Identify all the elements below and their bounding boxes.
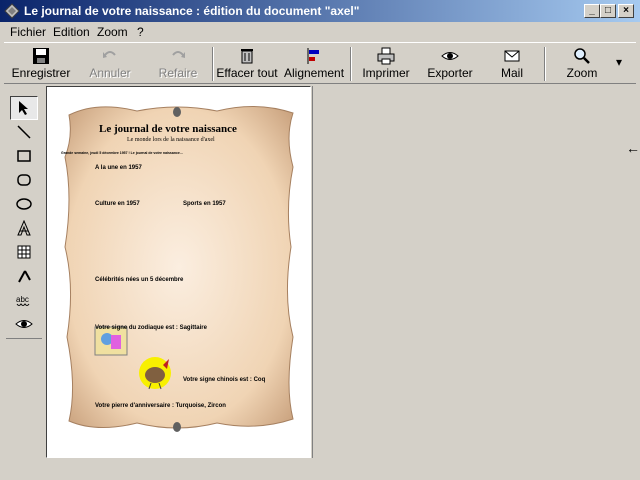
mail-button[interactable]: Mail	[490, 45, 534, 83]
parchment-background	[64, 105, 294, 432]
toolbar-separator	[544, 47, 546, 81]
crop-icon[interactable]	[10, 264, 38, 288]
celebrities-heading[interactable]: Célébrités nées un 5 décembre	[95, 277, 183, 283]
app-icon	[4, 3, 20, 19]
menu-edition[interactable]: Edition	[53, 25, 90, 39]
document-subtitle[interactable]: Le monde lors de la naissance d'axel	[127, 137, 215, 143]
title-bar: Le journal de votre naissance : édition …	[0, 0, 640, 22]
menu-help[interactable]: ?	[137, 25, 144, 39]
clear-all-button[interactable]: Effacer tout	[216, 45, 278, 83]
sports-heading[interactable]: Sports en 1957	[183, 201, 226, 207]
mail-icon	[504, 50, 520, 62]
redo-button[interactable]: Refaire	[150, 45, 206, 83]
menu-bar: Fichier Edition Zoom ?	[0, 22, 640, 42]
svg-text:abc: abc	[16, 295, 29, 304]
text-icon[interactable]	[10, 216, 38, 240]
print-label: Imprimer	[362, 66, 410, 80]
zodiac-heading[interactable]: Votre signe du zodiaque est : Sagittaire	[95, 325, 207, 331]
ellipse-icon[interactable]	[10, 192, 38, 216]
eye-icon	[441, 52, 459, 60]
undo-button[interactable]: Annuler	[82, 45, 138, 83]
document-title[interactable]: Le journal de votre naissance	[99, 123, 237, 135]
undo-icon	[103, 51, 116, 58]
clear-all-label: Effacer tout	[216, 66, 278, 80]
zoom-label: Zoom	[566, 66, 598, 80]
undo-label: Annuler	[89, 66, 131, 80]
image-icon[interactable]	[10, 240, 38, 264]
preview-eye-icon[interactable]	[10, 312, 38, 336]
minimize-button[interactable]: _	[584, 4, 600, 18]
pointer-icon[interactable]	[10, 96, 38, 120]
redo-label: Refaire	[158, 66, 198, 80]
magnifier-icon	[574, 48, 590, 64]
toolbar: Enregistrer Annuler Refaire Effacer tout…	[4, 42, 636, 84]
maximize-button[interactable]: □	[600, 4, 616, 18]
alignment-icon	[307, 48, 319, 64]
document-intro[interactable]: Grande semaine, jeudi 5 décembre 1957 ! …	[61, 151, 183, 155]
news-heading[interactable]: A la une en 1957	[95, 165, 142, 171]
menu-zoom[interactable]: Zoom	[97, 25, 128, 39]
printer-icon	[377, 47, 395, 65]
save-button[interactable]: Enregistrer	[10, 45, 72, 83]
tool-palette: abc	[6, 92, 42, 336]
document-canvas[interactable]: Le journal de votre naissance Le monde l…	[46, 86, 311, 458]
spellcheck-icon[interactable]: abc	[10, 288, 38, 312]
print-button[interactable]: Imprimer	[356, 45, 416, 83]
toolbar-more-icon[interactable]: ▾	[612, 55, 626, 93]
redo-icon	[172, 51, 185, 58]
zoom-button[interactable]: Zoom	[556, 45, 608, 83]
export-button[interactable]: Exporter	[422, 45, 478, 83]
alignment-label: Alignement	[284, 66, 345, 80]
export-label: Exporter	[427, 66, 473, 80]
mail-label: Mail	[500, 66, 523, 80]
alignment-button[interactable]: Alignement	[284, 45, 344, 83]
chinese-sign-heading[interactable]: Votre signe chinois est : Coq	[183, 377, 265, 383]
window-title: Le journal de votre naissance : édition …	[24, 4, 360, 18]
menu-fichier[interactable]: Fichier	[10, 25, 46, 39]
trash-icon	[241, 49, 253, 64]
save-label: Enregistrer	[11, 66, 71, 80]
tool-palette-divider	[6, 338, 42, 339]
toolbar-separator	[212, 47, 214, 81]
workspace-divider	[312, 86, 313, 458]
birthstone-heading[interactable]: Votre pierre d'anniversaire : Turquoise,…	[95, 403, 226, 409]
floppy-disk-icon	[33, 48, 49, 64]
left-arrow-icon[interactable]: ←	[626, 140, 640, 156]
rounded-rectangle-icon[interactable]	[10, 168, 38, 192]
close-button[interactable]: ×	[618, 4, 634, 18]
culture-heading[interactable]: Culture en 1957	[95, 201, 140, 207]
rectangle-icon[interactable]	[10, 144, 38, 168]
line-icon[interactable]	[10, 120, 38, 144]
toolbar-separator	[350, 47, 352, 81]
